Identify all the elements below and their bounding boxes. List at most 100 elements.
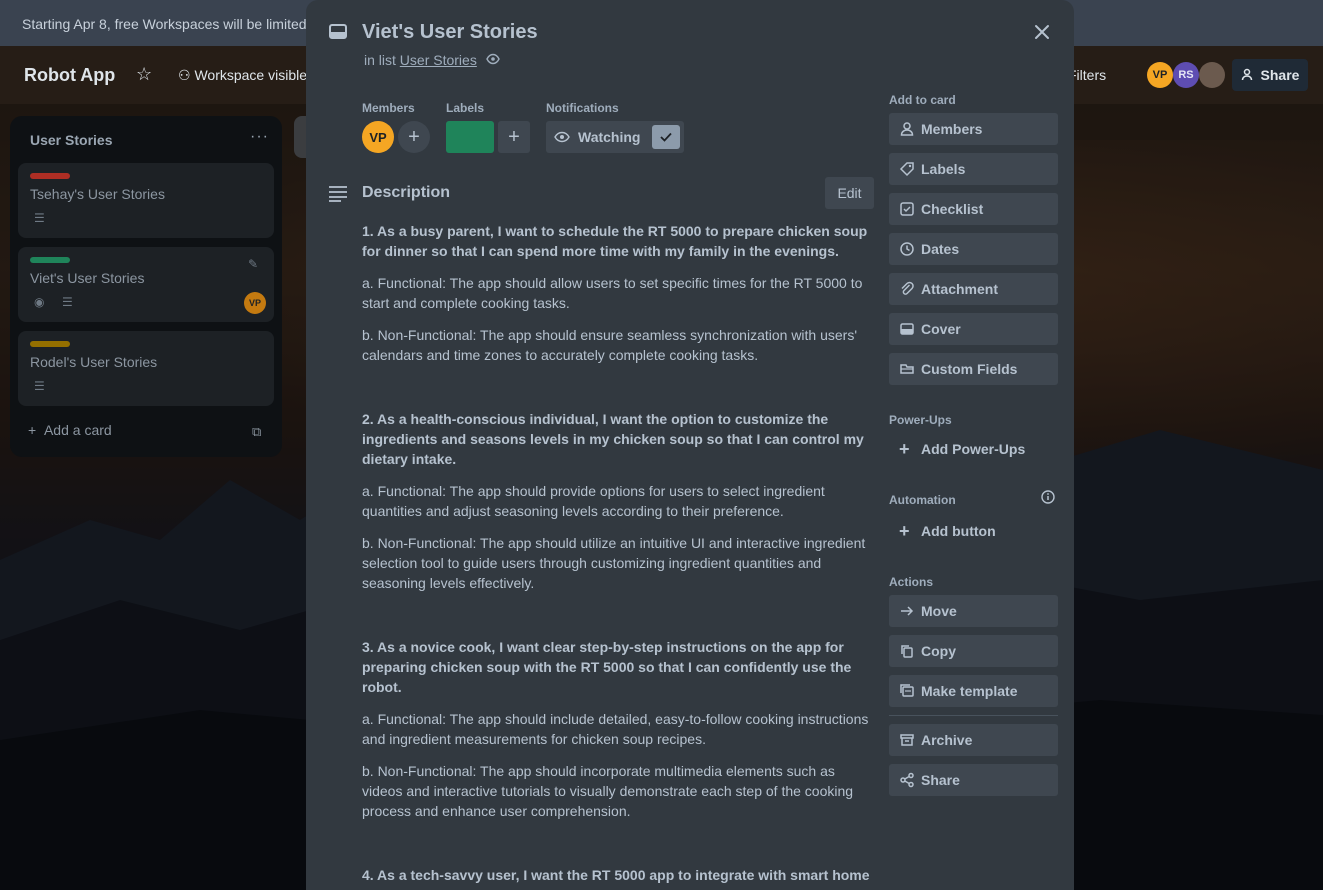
add-button-button[interactable]: + Add button xyxy=(889,515,1058,547)
requirement: a. Functional: The app should provide op… xyxy=(362,483,825,519)
share-button-label: Share xyxy=(921,772,960,788)
custom-fields-button[interactable]: Custom Fields xyxy=(889,353,1058,385)
list-card[interactable]: Viet's User Stories ✎ ◉ ☰ VP xyxy=(18,247,274,322)
attachment-button-label: Attachment xyxy=(921,281,999,297)
copy-button-label: Copy xyxy=(921,643,956,659)
requirement: b. Non-Functional: The app should ensure… xyxy=(362,327,858,363)
banner-text: Starting Apr 8, free Workspaces will be … xyxy=(22,16,307,32)
description-icon: ☰ xyxy=(34,379,45,393)
make-template-button[interactable]: Make template xyxy=(889,675,1058,707)
list-user-stories: User Stories ··· Tsehay's User Stories ☰… xyxy=(10,116,282,457)
info-icon[interactable] xyxy=(1041,490,1055,504)
user-story: 3. As a novice cook, I want clear step-b… xyxy=(362,639,852,695)
copy-icon xyxy=(901,645,913,658)
dates-button[interactable]: Dates xyxy=(889,233,1058,265)
tag-icon xyxy=(899,162,914,177)
cover-button-label: Cover xyxy=(921,321,961,337)
workspace-visibility-label: Workspace visible xyxy=(194,67,308,83)
plus-icon: + xyxy=(899,439,910,459)
avatar[interactable] xyxy=(1199,62,1225,88)
description-icon: ☰ xyxy=(62,295,73,309)
card-detail-modal: Viet's User Stories in list User Stories… xyxy=(306,0,1074,890)
add-to-card-heading: Add to card xyxy=(889,93,956,107)
make-template-button-label: Make template xyxy=(921,683,1018,699)
avatar[interactable]: VP xyxy=(1147,62,1173,88)
add-button-label: Add button xyxy=(921,523,996,539)
add-person-icon xyxy=(1241,68,1252,81)
description-icon xyxy=(329,186,347,202)
close-icon[interactable] xyxy=(1030,20,1054,44)
move-button-label: Move xyxy=(921,603,957,619)
add-card-button[interactable]: + Add a card xyxy=(28,422,112,438)
labels-button[interactable]: Labels xyxy=(889,153,1058,185)
cover-icon xyxy=(900,323,914,335)
in-list-text: in list User Stories xyxy=(364,52,477,68)
requirement: b. Non-Functional: The app should utiliz… xyxy=(362,535,866,591)
description-body[interactable]: 1. As a busy parent, I want to schedule … xyxy=(362,221,872,890)
field-icon xyxy=(900,364,914,374)
power-ups-heading: Power-Ups xyxy=(889,413,952,427)
clock-icon xyxy=(900,242,914,256)
board-title[interactable]: Robot App xyxy=(24,65,115,86)
archive-button[interactable]: Archive xyxy=(889,724,1058,756)
card-label-chip[interactable] xyxy=(446,121,494,153)
labels-label: Labels xyxy=(446,101,485,115)
list-link[interactable]: User Stories xyxy=(400,52,477,68)
copy-button[interactable]: Copy xyxy=(889,635,1058,667)
pencil-icon[interactable]: ✎ xyxy=(248,257,258,271)
add-power-ups-button[interactable]: + Add Power-Ups xyxy=(889,433,1058,465)
members-button[interactable]: Members xyxy=(889,113,1058,145)
board-share-label: Share xyxy=(1260,67,1300,83)
description-icon: ☰ xyxy=(34,211,45,225)
list-card[interactable]: Rodel's User Stories ☰ xyxy=(18,331,274,406)
board-share-button[interactable]: Share xyxy=(1232,59,1308,91)
plus-icon: + xyxy=(899,521,910,541)
workspace-visibility-button[interactable]: ⚇ Workspace visible xyxy=(178,67,307,84)
eye-icon xyxy=(554,131,570,143)
share-button[interactable]: Share xyxy=(889,764,1058,796)
card-title[interactable]: Viet's User Stories xyxy=(362,21,538,44)
person-icon xyxy=(900,122,914,136)
card-title: Rodel's User Stories xyxy=(30,354,158,370)
eye-icon: ◉ xyxy=(34,295,45,309)
checkbox-icon xyxy=(900,202,914,216)
avatar[interactable]: VP xyxy=(244,292,266,314)
check-icon xyxy=(652,125,680,149)
edit-description-button[interactable]: Edit xyxy=(825,177,874,209)
card-label xyxy=(30,341,70,347)
list-menu-icon[interactable]: ··· xyxy=(250,128,269,146)
card-label xyxy=(30,173,70,179)
members-label: Members xyxy=(362,101,415,115)
star-icon[interactable]: ☆ xyxy=(136,64,152,85)
avatar[interactable]: RS xyxy=(1173,62,1199,88)
requirement: b. Non-Functional: The app should incorp… xyxy=(362,763,854,819)
arrow-right-icon xyxy=(901,606,914,616)
share-icon xyxy=(900,772,914,788)
notifications-label: Notifications xyxy=(546,101,619,115)
add-member-button[interactable]: + xyxy=(398,121,430,153)
add-card-label: Add a card xyxy=(43,422,112,438)
template-icon xyxy=(900,684,914,697)
attachment-button[interactable]: Attachment xyxy=(889,273,1058,305)
list-title[interactable]: User Stories xyxy=(30,132,112,148)
divider xyxy=(889,715,1058,716)
card-label xyxy=(30,257,70,263)
checklist-button[interactable]: Checklist xyxy=(889,193,1058,225)
members-button-label: Members xyxy=(921,121,983,137)
archive-icon xyxy=(900,734,914,746)
add-label-button[interactable]: + xyxy=(498,121,530,153)
cover-button[interactable]: Cover xyxy=(889,313,1058,345)
card-title: Tsehay's User Stories xyxy=(30,186,165,202)
user-story: 4. As a tech-savvy user, I want the RT 5… xyxy=(362,867,870,883)
paperclip-icon xyxy=(901,281,914,295)
actions-heading: Actions xyxy=(889,575,934,589)
avatar[interactable]: VP xyxy=(362,121,394,153)
requirement: a. Functional: The app should allow user… xyxy=(362,275,863,311)
move-button[interactable]: Move xyxy=(889,595,1058,627)
requirement: a. Functional: The app should include de… xyxy=(362,711,869,747)
list-card[interactable]: Tsehay's User Stories ☰ xyxy=(18,163,274,238)
user-story: 1. As a busy parent, I want to schedule … xyxy=(362,223,868,259)
watch-toggle[interactable]: Watching xyxy=(546,121,684,153)
template-icon[interactable]: ⧉ xyxy=(252,424,261,440)
description-title: Description xyxy=(362,184,451,201)
